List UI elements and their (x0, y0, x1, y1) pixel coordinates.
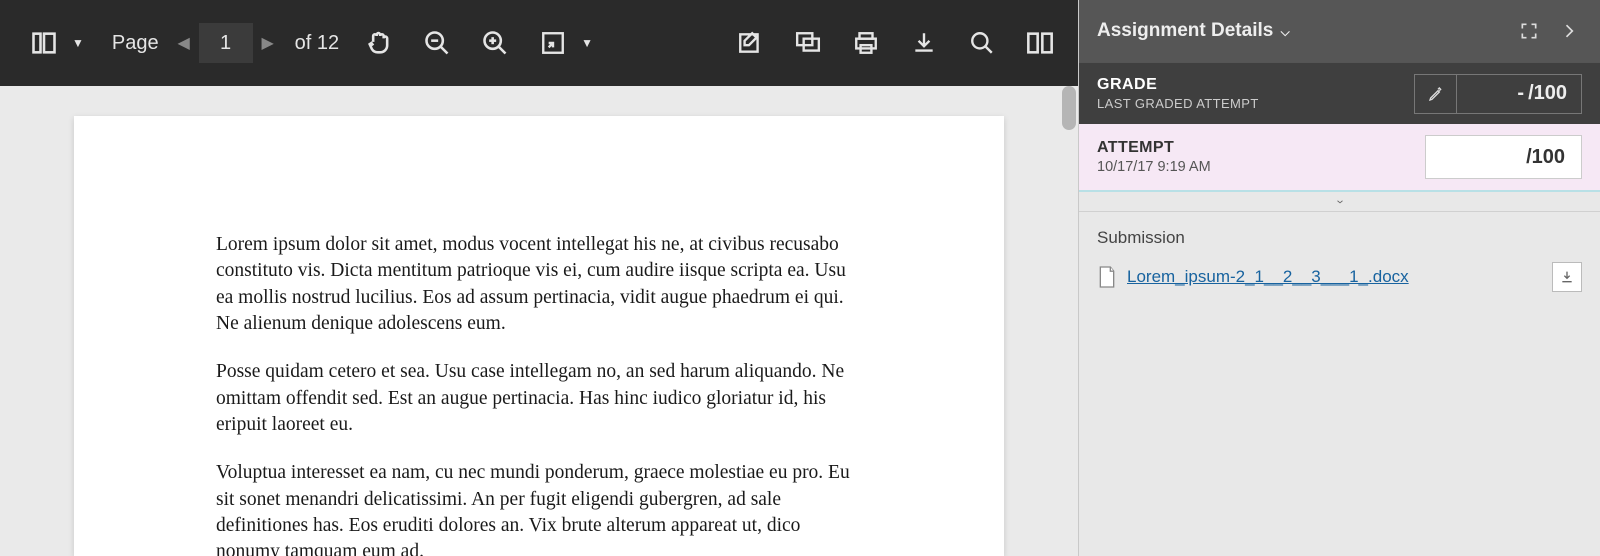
grade-input-box[interactable]: - /100 (1414, 74, 1582, 114)
prev-page-icon[interactable]: ◀ (171, 28, 197, 58)
page-label: Page (112, 32, 159, 55)
fit-dropdown-icon[interactable]: ▼ (575, 36, 599, 50)
fit-page-icon[interactable] (535, 25, 571, 61)
attempt-grade-input[interactable]: /100 (1425, 135, 1582, 179)
pencil-icon[interactable] (1415, 75, 1457, 113)
submission-file-row: Lorem_ipsum-2_1__2__3___1_.docx (1097, 262, 1582, 292)
pdf-toolbar: ▼ Page ◀ ▶ of 12 (0, 0, 1078, 86)
panel-dropdown-icon[interactable]: ▼ (66, 36, 90, 50)
next-page-icon[interactable]: ▶ (255, 28, 281, 58)
page-number-input[interactable] (199, 23, 253, 63)
comment-icon[interactable] (790, 25, 826, 61)
zoom-in-icon[interactable] (477, 25, 513, 61)
file-icon (1097, 265, 1117, 289)
panel-toggle-icon[interactable] (26, 25, 62, 61)
submission-file-link[interactable]: Lorem_ipsum-2_1__2__3___1_.docx (1127, 267, 1409, 287)
document-paragraph: Lorem ipsum dolor sit amet, modus vocent… (216, 232, 862, 337)
submission-section: Submission Lorem_ipsum-2_1__2__3___1_.do… (1079, 212, 1600, 308)
zoom-out-icon[interactable] (419, 25, 455, 61)
submission-label: Submission (1097, 228, 1582, 248)
attempt-timestamp: 10/17/17 9:19 AM (1097, 159, 1211, 175)
vertical-scrollbar[interactable] (1062, 86, 1076, 130)
search-icon[interactable] (964, 25, 1000, 61)
attempt-row: ATTEMPT 10/17/17 9:19 AM /100 (1079, 124, 1600, 192)
pan-tool-icon[interactable] (361, 25, 397, 61)
attempt-title: ATTEMPT (1097, 139, 1211, 157)
grade-value: - (1517, 82, 1524, 105)
expand-toggle[interactable] (1079, 192, 1600, 212)
print-icon[interactable] (848, 25, 884, 61)
chevron-down-icon: ⌵ (1281, 25, 1290, 39)
document-paragraph: Posse quidam cetero et sea. Usu case int… (216, 359, 862, 438)
grade-max: /100 (1528, 82, 1567, 105)
download-icon[interactable] (906, 25, 942, 61)
assignment-details-panel: Assignment Details ⌵ GRADE LAST GRADED A… (1078, 0, 1600, 556)
side-by-side-icon[interactable] (1022, 25, 1058, 61)
download-file-button[interactable] (1552, 262, 1582, 292)
attempt-max: /100 (1526, 146, 1565, 169)
chevron-right-icon[interactable] (1554, 16, 1584, 46)
document-viewer[interactable]: Lorem ipsum dolor sit amet, modus vocent… (0, 86, 1078, 556)
grade-subtitle: LAST GRADED ATTEMPT (1097, 96, 1259, 111)
document-page: Lorem ipsum dolor sit amet, modus vocent… (74, 116, 1004, 556)
grade-row: GRADE LAST GRADED ATTEMPT - /100 (1079, 62, 1600, 124)
document-paragraph: Voluptua interesset ea nam, cu nec mundi… (216, 460, 862, 556)
panel-header: Assignment Details ⌵ (1079, 0, 1600, 62)
grade-title: GRADE (1097, 76, 1259, 94)
expand-icon[interactable] (1514, 16, 1544, 46)
page-total-label: of 12 (295, 32, 339, 55)
panel-title[interactable]: Assignment Details ⌵ (1097, 20, 1290, 42)
edit-icon[interactable] (732, 25, 768, 61)
